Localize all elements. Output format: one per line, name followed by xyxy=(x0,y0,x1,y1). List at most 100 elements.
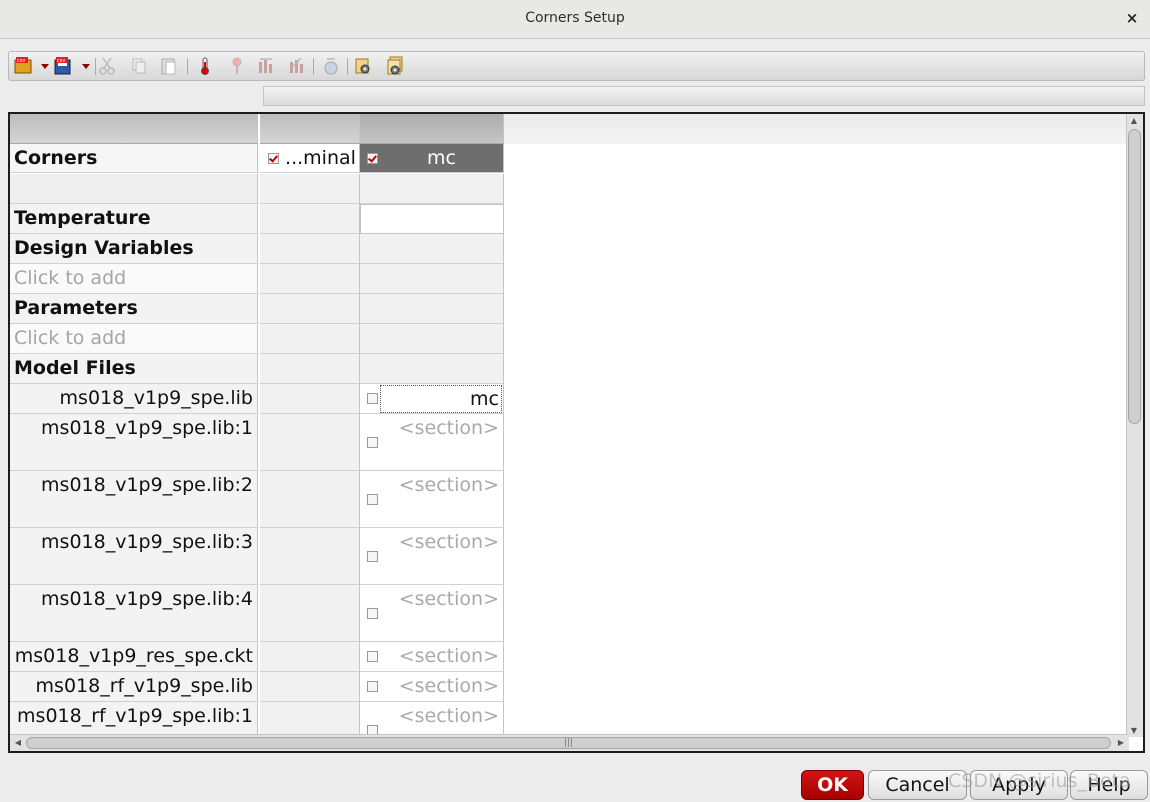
corner-mc[interactable]: mc xyxy=(360,144,504,173)
model-file-mc-cell[interactable]: <section> xyxy=(360,528,504,585)
corner-nominal-checkbox[interactable] xyxy=(268,153,279,164)
design-variables-cell xyxy=(360,234,504,264)
temperature-nominal-cell[interactable] xyxy=(260,204,360,234)
ok-button[interactable]: OK xyxy=(801,770,864,800)
settings-icon[interactable] xyxy=(353,56,373,76)
model-file-nominal-cell xyxy=(260,585,360,642)
parameters-cell xyxy=(260,294,360,324)
parameter-icon[interactable] xyxy=(229,56,249,76)
model-file-checkbox[interactable] xyxy=(367,651,378,662)
model-file-name: ms018_v1p9_spe.lib xyxy=(10,384,258,414)
model-file-name: ms018_rf_v1p9_spe.lib xyxy=(10,672,258,702)
model-file-mc-cell[interactable]: <section> xyxy=(360,414,504,471)
corner-nominal-name: ...minal xyxy=(285,147,356,169)
corners-label: Corners xyxy=(10,144,258,173)
toolbar-separator xyxy=(187,58,188,75)
model-file-name: ms018_v1p9_spe.lib:1 xyxy=(10,414,258,471)
model-file-section-placeholder[interactable]: <section> xyxy=(399,528,499,556)
model-file-checkbox[interactable] xyxy=(367,393,378,404)
remove-variable-icon[interactable] xyxy=(287,56,307,76)
sweep-icon[interactable] xyxy=(321,56,341,76)
csv-save-dropdown-icon[interactable] xyxy=(82,64,90,69)
header-cell-nominal[interactable] xyxy=(260,114,360,144)
model-file-mc-cell[interactable]: <section> xyxy=(360,672,504,702)
design-variables-label: Design Variables xyxy=(10,234,258,264)
window-title: Corners Setup xyxy=(525,10,625,26)
add-parameter[interactable]: Click to add xyxy=(10,324,258,354)
model-file-mc-cell[interactable]: <section> xyxy=(360,585,504,642)
model-file-section-placeholder[interactable]: <section> xyxy=(399,642,499,670)
vertical-scroll-thumb[interactable] xyxy=(1128,129,1141,424)
model-file-nominal-cell xyxy=(260,414,360,471)
model-file-nominal-cell xyxy=(260,672,360,702)
corner-mc-name: mc xyxy=(427,147,456,169)
svg-text:csv: csv xyxy=(17,58,25,64)
toolbar-separator xyxy=(347,58,348,75)
model-files-label: Model Files xyxy=(10,354,258,384)
csv-open-icon[interactable]: csv xyxy=(13,56,33,76)
model-file-mc-cell[interactable]: mc xyxy=(360,384,504,414)
horizontal-scrollbar[interactable]: ◀ ||| ▶ xyxy=(10,734,1129,751)
model-file-section-placeholder[interactable]: <section> xyxy=(399,702,499,730)
model-file-checkbox[interactable] xyxy=(367,681,378,692)
model-file-nominal-cell xyxy=(260,384,360,414)
add-variable-icon[interactable] xyxy=(256,56,276,76)
model-file-checkbox[interactable] xyxy=(367,494,378,505)
scroll-up-icon[interactable]: ▲ xyxy=(1127,116,1141,125)
status-strip xyxy=(263,86,1145,106)
spacer-row xyxy=(10,174,258,204)
svg-text:csv: csv xyxy=(57,58,65,64)
model-file-checkbox[interactable] xyxy=(367,551,378,562)
settings-export-icon[interactable] xyxy=(385,56,405,76)
add-design-variable[interactable]: Click to add xyxy=(10,264,258,294)
spacer-cell xyxy=(260,174,360,204)
header-cell-label xyxy=(10,114,258,144)
model-file-name: ms018_v1p9_spe.lib:4 xyxy=(10,585,258,642)
model-file-section-placeholder[interactable]: <section> xyxy=(399,471,499,499)
parameters-label: Parameters xyxy=(10,294,258,324)
model-file-nominal-cell xyxy=(260,471,360,528)
model-file-section-placeholder[interactable]: <section> xyxy=(399,414,499,442)
empty-cell xyxy=(260,324,360,354)
toolbar-separator xyxy=(313,58,314,75)
cut-icon[interactable] xyxy=(97,56,117,76)
header-empty xyxy=(504,114,1129,144)
csv-open-dropdown-icon[interactable] xyxy=(41,64,49,69)
toolbar-separator xyxy=(95,58,96,75)
copy-icon[interactable] xyxy=(129,56,149,76)
temperature-icon[interactable] xyxy=(195,56,215,76)
close-icon[interactable]: × xyxy=(1124,9,1140,27)
model-file-mc-cell[interactable]: <section> xyxy=(360,471,504,528)
empty-cell xyxy=(360,324,504,354)
header-cell-mc[interactable] xyxy=(360,114,504,144)
temperature-mc-input[interactable] xyxy=(360,204,504,234)
model-file-mc-cell[interactable]: <section> xyxy=(360,642,504,672)
model-file-section-value[interactable]: mc xyxy=(380,385,502,413)
model-file-section-placeholder[interactable]: <section> xyxy=(399,672,499,700)
model-file-checkbox[interactable] xyxy=(367,437,378,448)
model-files-cell xyxy=(260,354,360,384)
model-file-nominal-cell xyxy=(260,642,360,672)
model-file-checkbox[interactable] xyxy=(367,608,378,619)
corner-mc-checkbox[interactable] xyxy=(367,153,378,164)
watermark: CSDN @sirius_Beta xyxy=(948,770,1131,792)
empty-cell xyxy=(360,264,504,294)
model-file-section-placeholder[interactable]: <section> xyxy=(399,585,499,613)
model-file-name: ms018_v1p9_res_spe.ckt xyxy=(10,642,258,672)
parameters-cell xyxy=(360,294,504,324)
title-bar: Corners Setup × xyxy=(0,0,1150,39)
design-variables-cell xyxy=(260,234,360,264)
csv-save-icon[interactable]: csv xyxy=(53,56,73,76)
scroll-down-icon[interactable]: ▼ xyxy=(1127,726,1141,735)
paste-icon[interactable] xyxy=(159,56,179,76)
scroll-left-icon[interactable]: ◀ xyxy=(11,738,25,747)
toolbar: csv csv xyxy=(8,51,1145,81)
empty-cell xyxy=(260,264,360,294)
scroll-right-icon[interactable]: ▶ xyxy=(1114,738,1128,747)
vertical-scrollbar[interactable]: ▲ ▼ xyxy=(1126,114,1143,737)
horizontal-scroll-thumb[interactable]: ||| xyxy=(26,737,1111,749)
corner-nominal[interactable]: ...minal xyxy=(260,144,360,173)
corners-table: Corners ...minal mc Temperature Design V… xyxy=(8,112,1145,753)
model-file-nominal-cell xyxy=(260,528,360,585)
model-file-name: ms018_v1p9_spe.lib:2 xyxy=(10,471,258,528)
